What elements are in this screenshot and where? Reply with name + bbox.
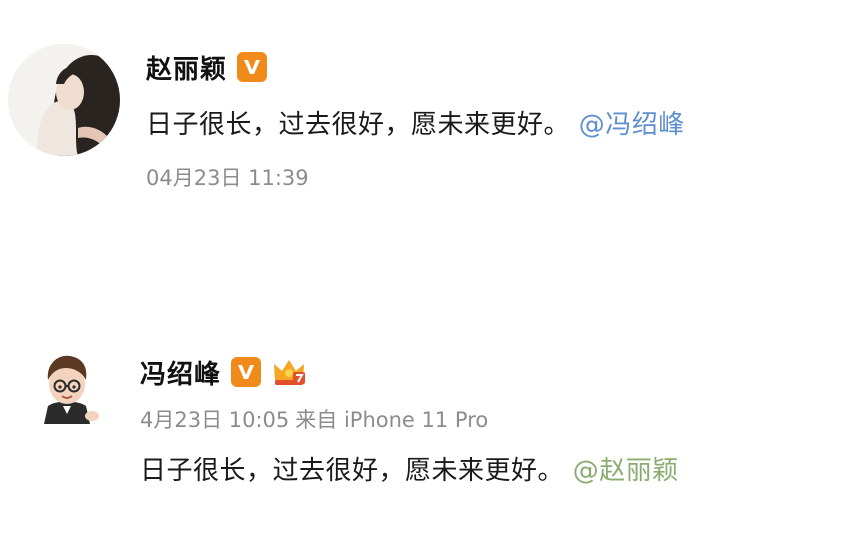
username[interactable]: 冯绍峰 (140, 354, 221, 391)
avatar-image (30, 350, 104, 424)
post-text: 日子很长，过去很好，愿未来更好。 (146, 110, 571, 140)
avatar[interactable] (8, 44, 120, 156)
post-time[interactable]: 04月23日 11:39 (146, 166, 309, 190)
post-text: 日子很长，过去很好，愿未来更好。 (140, 456, 565, 486)
avatar[interactable] (30, 350, 104, 424)
post-meta: 04月23日 11:39 (146, 162, 309, 192)
post-card-1: 赵丽颖 日子很长，过去很好，愿未来更好。 @冯绍峰 04月23日 11:39 (0, 0, 864, 230)
mention-link[interactable]: @赵丽颖 (573, 456, 679, 486)
verified-v-icon (231, 357, 262, 387)
post-content: 日子很长，过去很好，愿未来更好。 @冯绍峰 (146, 104, 685, 141)
post-card-2: 冯绍峰 4月23日 10:05 来自 iPhone 11 Pro 日子很长，过去很… (0, 330, 864, 543)
avatar-image (8, 44, 120, 156)
name-row: 冯绍峰 (140, 352, 307, 392)
verified-v-icon (237, 52, 268, 82)
username[interactable]: 赵丽颖 (146, 49, 227, 86)
post-content: 日子很长，过去很好，愿未来更好。 @赵丽颖 (140, 450, 679, 487)
crown-vip-icon[interactable] (271, 356, 307, 388)
post-time[interactable]: 4月23日 10:05 (140, 408, 289, 432)
post-meta: 4月23日 10:05 来自 iPhone 11 Pro (140, 404, 488, 434)
post-source: 来自 iPhone 11 Pro (295, 408, 489, 432)
name-row: 赵丽颖 (146, 48, 268, 86)
mention-link[interactable]: @冯绍峰 (579, 110, 685, 140)
